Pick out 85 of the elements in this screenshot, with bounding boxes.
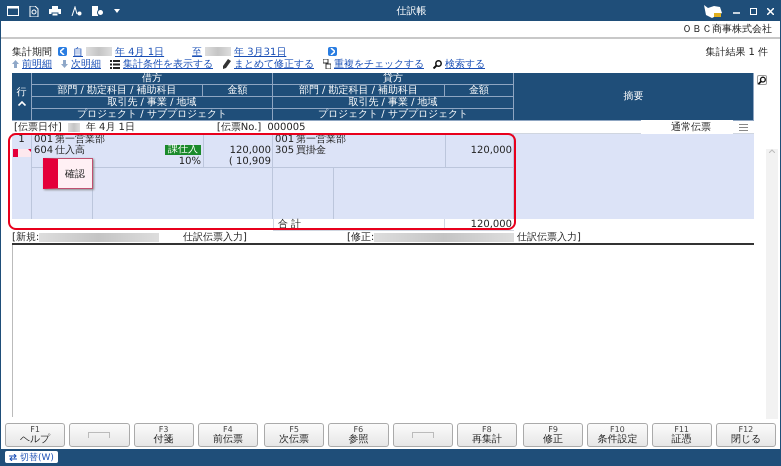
- function-key[interactable]: F5 次伝票: [264, 423, 324, 447]
- created-label: [新規:: [12, 230, 40, 244]
- column-header: プロジェクト / サブプロジェクト: [273, 109, 514, 121]
- tax-tag: 課仕入: [165, 145, 201, 155]
- redacted-mark: [68, 122, 80, 132]
- created-source: 仕訳伝票入力]: [183, 232, 247, 243]
- pencil-icon: [222, 59, 231, 69]
- toolbar-link[interactable]: 検索する: [433, 57, 485, 71]
- period-start-date[interactable]: 年 4月 1日: [115, 44, 164, 58]
- period-end-prefix[interactable]: 至: [192, 44, 202, 58]
- table-cell-text: 604: [33, 145, 54, 156]
- next-period-button[interactable]: [328, 47, 338, 56]
- table-cell-text: 001: [274, 134, 296, 145]
- row-number: 1: [18, 134, 25, 145]
- function-key[interactable]: F1 ヘルプ: [5, 423, 66, 447]
- duplicate-icon: [323, 59, 331, 69]
- period-end-date[interactable]: 年 3月31日: [234, 44, 286, 58]
- window-title: 仕訳帳: [396, 4, 428, 18]
- column-header: 摘要: [624, 91, 644, 102]
- toggle-button[interactable]: 切替(W): [5, 451, 58, 463]
- total-amount: 120,000: [445, 219, 514, 231]
- voucher-date: 年 4月 1日: [86, 121, 135, 134]
- column-header: 金額: [203, 85, 273, 97]
- flag-marker-icon[interactable]: [12, 149, 30, 157]
- scrollbar[interactable]: [766, 149, 778, 419]
- voucher-number-label: [伝票No.]: [216, 121, 262, 134]
- column-header: プロジェクト / サブプロジェクト: [32, 109, 273, 121]
- table-cell-text: 305: [274, 145, 296, 156]
- search-icon: [433, 60, 442, 68]
- function-key[interactable]: F10 条件設定: [587, 423, 648, 447]
- export-icon[interactable]: [92, 6, 104, 16]
- function-key[interactable]: F9 修正: [523, 423, 584, 447]
- voucher-date-label: [伝票日付]: [14, 121, 62, 134]
- window-icon[interactable]: [7, 6, 19, 16]
- toolbar-link[interactable]: まとめて修正する: [222, 57, 314, 71]
- previous-period-button[interactable]: [58, 47, 67, 56]
- function-key[interactable]: F4 前伝票: [198, 423, 258, 447]
- column-header: 借方: [32, 73, 273, 85]
- menu-icon[interactable]: [739, 124, 748, 130]
- printer-icon[interactable]: [49, 6, 61, 16]
- list-icon: [110, 60, 120, 68]
- column-header: 部門 / 勘定科目 / 補助科目: [273, 85, 445, 97]
- switch-icon: [9, 454, 17, 460]
- signature-icon[interactable]: [71, 6, 82, 16]
- table-cell: 仕入高: [55, 145, 85, 156]
- caret-icon[interactable]: [114, 9, 120, 13]
- search-icon: [758, 76, 766, 84]
- total-label: 合 計: [273, 219, 445, 231]
- table-cell: 買掛金: [296, 145, 326, 156]
- function-key[interactable]: F12 閉じる: [716, 423, 776, 447]
- table-cell: 10%: [178, 156, 201, 167]
- down-arrow-icon: [61, 60, 68, 68]
- voucher-number: 000005: [267, 122, 306, 132]
- preview-icon[interactable]: [29, 6, 39, 16]
- redacted-mark: [86, 47, 112, 56]
- function-key[interactable]: F8 再集計: [456, 423, 517, 447]
- search-button[interactable]: [757, 75, 767, 85]
- toolbar-link[interactable]: 集計条件を表示する: [110, 57, 213, 71]
- toolbar-link[interactable]: 前明細: [12, 57, 52, 71]
- toolbar-link[interactable]: 次明細: [61, 57, 101, 71]
- column-header: 取引先 / 事業 / 地域: [273, 97, 514, 109]
- table-cell: 120,000: [445, 145, 514, 156]
- table-cell-text: 001: [33, 134, 54, 145]
- column-header: 取引先 / 事業 / 地域: [32, 97, 273, 109]
- function-key[interactable]: F6 参照: [328, 423, 388, 447]
- column-header: 貸方: [273, 73, 514, 85]
- column-header: 金額: [445, 85, 514, 97]
- period-start-prefix[interactable]: 自: [73, 44, 83, 58]
- row-header: 行: [16, 87, 26, 98]
- close-icon[interactable]: [767, 8, 774, 14]
- function-key[interactable]: F11 証憑: [652, 423, 712, 447]
- voucher-type: 通常伝票: [641, 120, 733, 134]
- period-label: 集計期間: [12, 46, 52, 58]
- modified-label: [修正:: [347, 231, 374, 244]
- confirm-popup[interactable]: 確認: [43, 158, 93, 189]
- modified-source: 仕訳伝票入力]: [517, 230, 581, 244]
- redacted-mark: [205, 47, 232, 56]
- toolbar-link[interactable]: 重複をチェックする: [323, 57, 424, 71]
- collapse-icon[interactable]: [18, 101, 26, 106]
- column-header: 部門 / 勘定科目 / 補助科目: [32, 85, 203, 97]
- maximize-icon[interactable]: [750, 8, 757, 14]
- company-name: ＯＢＣ商事株式会社: [682, 22, 772, 36]
- result-count: 集計結果 1 件: [705, 46, 768, 58]
- function-key[interactable]: F3 付箋: [134, 423, 194, 447]
- up-arrow-icon: [12, 60, 19, 68]
